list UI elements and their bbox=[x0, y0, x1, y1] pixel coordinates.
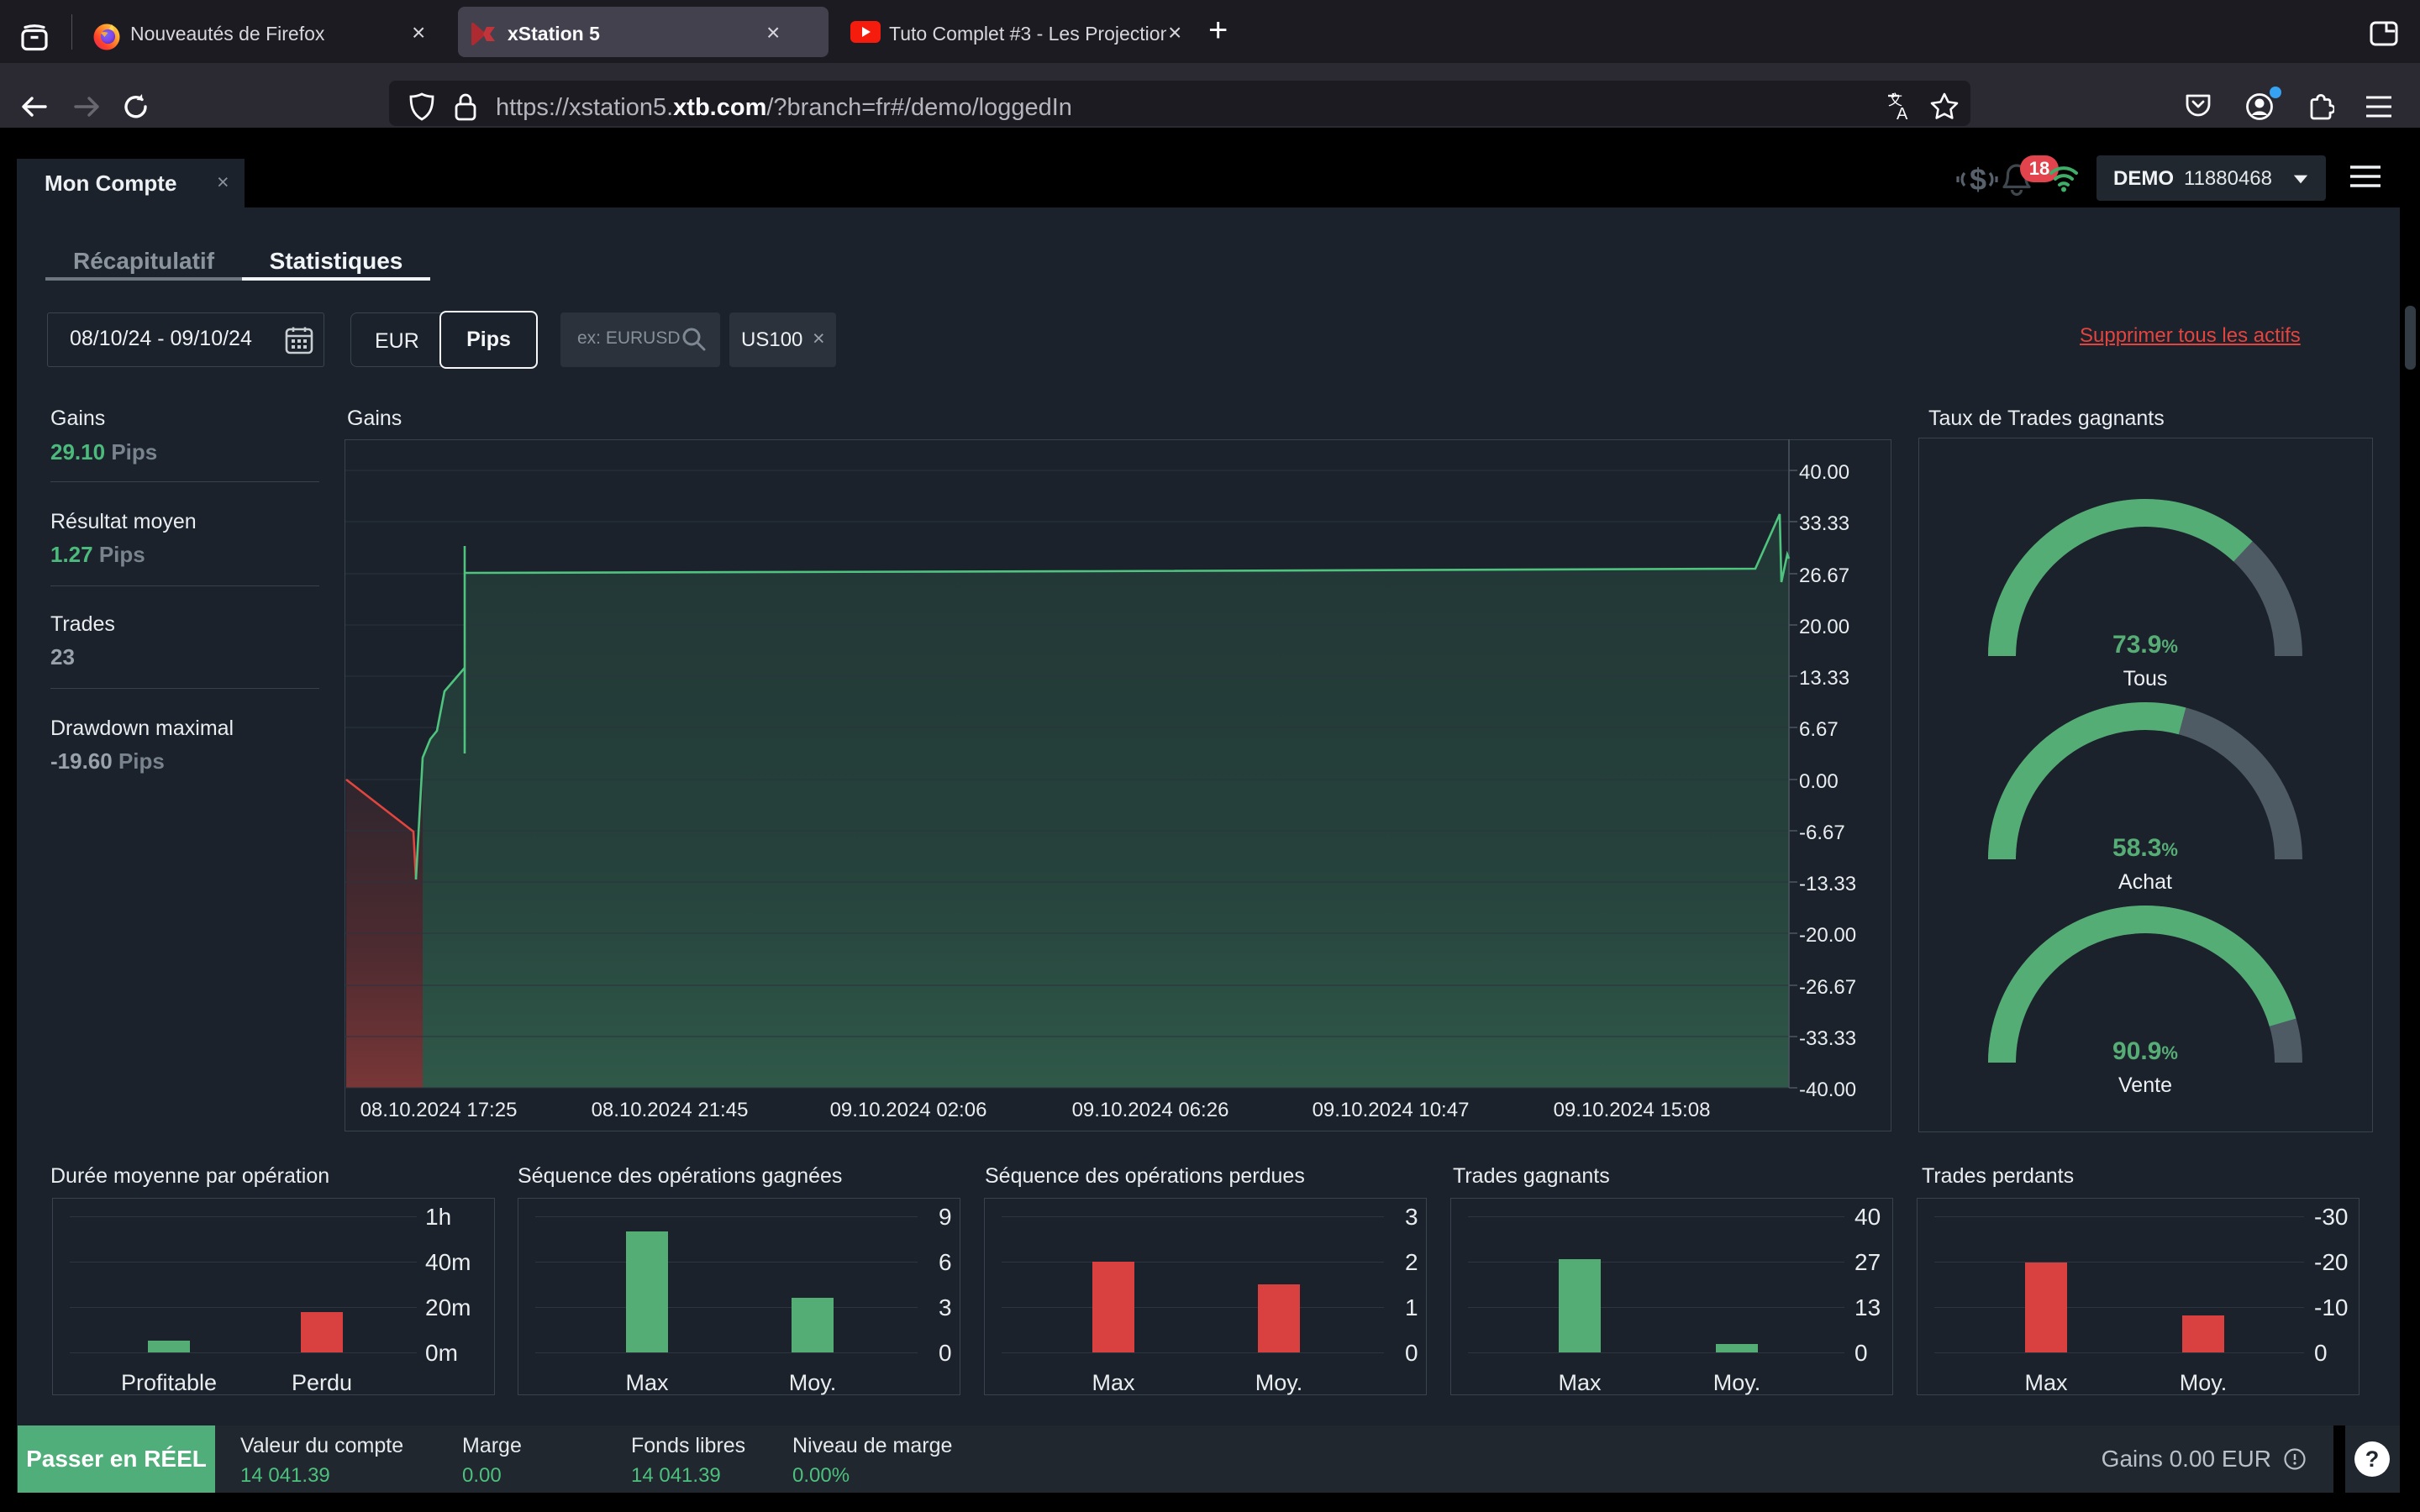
svg-text:-6.67: -6.67 bbox=[1799, 822, 1845, 844]
svg-text:13.33: 13.33 bbox=[1799, 667, 1849, 690]
svg-text:33.33: 33.33 bbox=[1799, 512, 1849, 535]
svg-text:40.00: 40.00 bbox=[1799, 461, 1849, 484]
svg-text:Vente: Vente bbox=[2118, 1074, 2172, 1097]
svg-text:20.00: 20.00 bbox=[1799, 616, 1849, 638]
svg-text:-13.33: -13.33 bbox=[1799, 873, 1856, 895]
svg-text:09.10.2024 02:06: 09.10.2024 02:06 bbox=[830, 1099, 987, 1121]
svg-text:26.67: 26.67 bbox=[1799, 564, 1849, 587]
svg-text:$: $ bbox=[1970, 162, 1986, 197]
svg-text:09.10.2024 06:26: 09.10.2024 06:26 bbox=[1072, 1099, 1229, 1121]
svg-text:09.10.2024 15:08: 09.10.2024 15:08 bbox=[1554, 1099, 1711, 1121]
svg-text:58.3%: 58.3% bbox=[2112, 834, 2178, 862]
svg-text:-20.00: -20.00 bbox=[1799, 924, 1856, 947]
svg-text:90.9%: 90.9% bbox=[2112, 1037, 2178, 1065]
svg-text:0.00: 0.00 bbox=[1799, 770, 1839, 793]
svg-text:A: A bbox=[1897, 105, 1908, 122]
svg-text:-26.67: -26.67 bbox=[1799, 976, 1856, 999]
svg-text:-40.00: -40.00 bbox=[1799, 1079, 1856, 1101]
svg-text:6.67: 6.67 bbox=[1799, 718, 1839, 741]
svg-text:08.10.2024 17:25: 08.10.2024 17:25 bbox=[360, 1099, 518, 1121]
svg-text:-33.33: -33.33 bbox=[1799, 1027, 1856, 1050]
svg-text:Tous: Tous bbox=[2123, 667, 2168, 690]
svg-text:09.10.2024 10:47: 09.10.2024 10:47 bbox=[1313, 1099, 1470, 1121]
svg-text:08.10.2024 21:45: 08.10.2024 21:45 bbox=[592, 1099, 749, 1121]
svg-text:Achat: Achat bbox=[2118, 870, 2172, 894]
svg-text:73.9%: 73.9% bbox=[2112, 631, 2178, 659]
